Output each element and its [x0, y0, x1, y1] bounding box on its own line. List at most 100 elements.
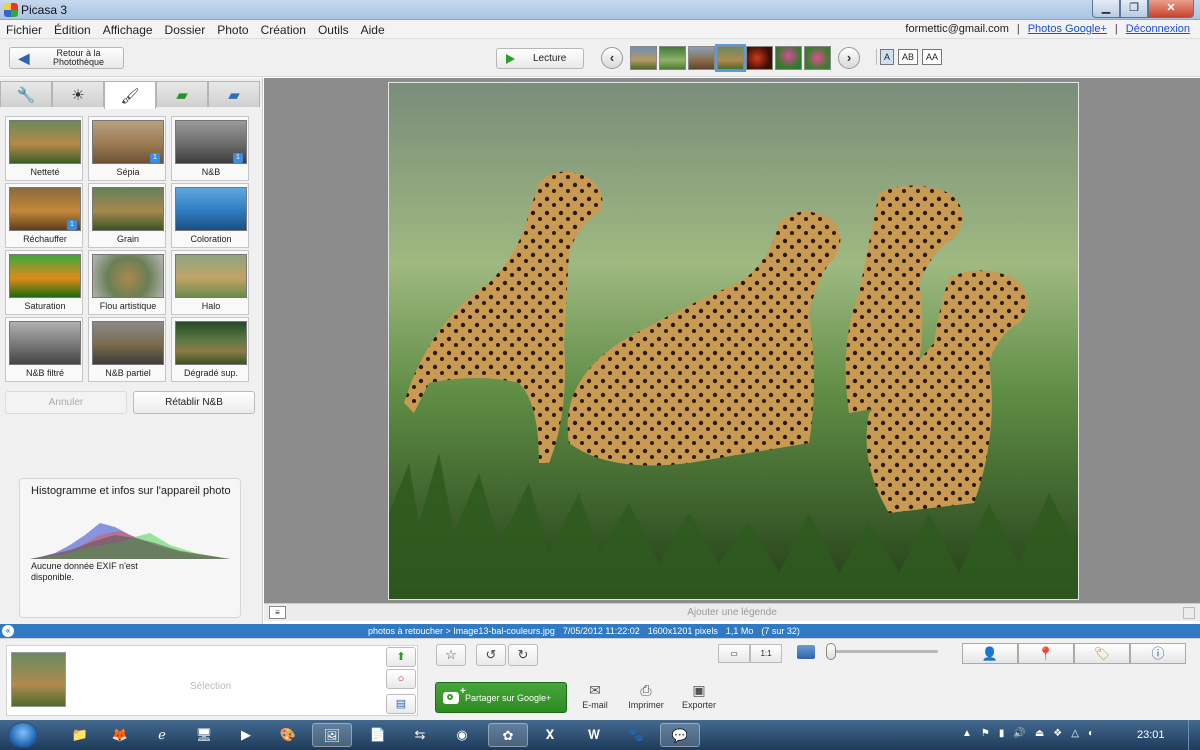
- effect-nb-filtre[interactable]: N&B filtré: [5, 317, 83, 382]
- tab-more-effects-green[interactable]: ▰: [156, 81, 208, 107]
- volume-icon[interactable]: 🔊: [1013, 728, 1025, 739]
- google-drive-icon[interactable]: △: [1071, 728, 1079, 739]
- window-controls: ▁ ❐ ✕: [1092, 0, 1194, 18]
- previous-photo-button[interactable]: ‹: [601, 47, 623, 69]
- word-icon[interactable]: 𝐖: [574, 723, 614, 747]
- star-button[interactable]: ☆: [436, 644, 466, 666]
- firefox-icon[interactable]: 🦊: [100, 723, 140, 747]
- wrench-icon: 🔧: [16, 86, 36, 104]
- excel-icon[interactable]: 𝐗: [530, 723, 570, 747]
- rotate-right-button[interactable]: ↻: [508, 644, 538, 666]
- back-to-library-button[interactable]: ◀ Retour à la Photothèque: [9, 47, 124, 69]
- menu-creation[interactable]: Création: [261, 23, 306, 37]
- strip-thumbnail[interactable]: [804, 46, 831, 70]
- menu-edition[interactable]: Édition: [54, 23, 91, 37]
- properties-button[interactable]: ⓘ: [1130, 643, 1186, 664]
- effect-saturation[interactable]: Saturation: [5, 250, 83, 315]
- next-photo-button[interactable]: ›: [838, 47, 860, 69]
- maximize-button[interactable]: ❐: [1120, 0, 1148, 18]
- share-google-plus-button[interactable]: + Partager sur Google+: [435, 682, 567, 713]
- photos-google-link[interactable]: Photos Google+: [1028, 23, 1107, 35]
- menu-dossier[interactable]: Dossier: [165, 23, 206, 37]
- effect-flou-artistique[interactable]: Flou artistique: [88, 250, 166, 315]
- strip-thumbnail[interactable]: [746, 46, 773, 70]
- add-to-album-button[interactable]: ▤: [386, 694, 416, 714]
- effect-sepia[interactable]: 1 Sépia: [88, 116, 166, 181]
- tags-button[interactable]: 🏷: [1074, 643, 1130, 664]
- effect-coloration[interactable]: Coloration: [171, 183, 249, 248]
- rotate-left-button[interactable]: ↺: [476, 644, 506, 666]
- effect-preview: [175, 321, 247, 365]
- show-hidden-icons-icon[interactable]: ▲: [962, 728, 972, 739]
- messenger-icon[interactable]: 💬: [660, 723, 700, 747]
- flag-icon[interactable]: ⚑: [981, 728, 990, 739]
- menu-fichier[interactable]: Fichier: [6, 23, 42, 37]
- tab-basic-fixes[interactable]: 🔧: [0, 81, 52, 107]
- histogram-graph: [30, 523, 230, 559]
- effect-halo[interactable]: Halo: [171, 250, 249, 315]
- internet-explorer-icon[interactable]: ℯ: [142, 723, 182, 747]
- tab-tuning[interactable]: ☀: [52, 81, 104, 107]
- strip-thumbnail[interactable]: [630, 46, 657, 70]
- redo-button[interactable]: Rétablir N&B: [133, 391, 255, 414]
- transfer-icon[interactable]: ⇆: [400, 723, 440, 747]
- effect-degrade-sup[interactable]: Dégradé sup.: [171, 317, 249, 382]
- caption-input[interactable]: Ajouter une légende: [264, 607, 1200, 618]
- effect-nettete[interactable]: Netteté: [5, 116, 83, 181]
- usb-icon[interactable]: ⏏: [1035, 728, 1044, 739]
- print-button[interactable]: ⎙ Imprimer: [625, 682, 667, 710]
- network-icon[interactable]: 🖥: [184, 723, 224, 747]
- menu-affichage[interactable]: Affichage: [103, 23, 153, 37]
- fit-to-window-button[interactable]: ▭: [718, 644, 750, 663]
- network-status-icon[interactable]: ◐: [1088, 728, 1094, 739]
- caption-options-icon[interactable]: [1183, 607, 1195, 619]
- explorer-icon[interactable]: 📁: [60, 723, 100, 747]
- effect-nb-partiel[interactable]: N&B partiel: [88, 317, 166, 382]
- strip-thumbnail-selected[interactable]: [715, 44, 746, 72]
- zoom-slider-track[interactable]: [826, 650, 938, 653]
- effect-rechauffer[interactable]: 1 Réchauffer: [5, 183, 83, 248]
- paint-icon[interactable]: 🎨: [268, 723, 308, 747]
- start-button[interactable]: [8, 722, 38, 748]
- histogram-panel: Histogramme et infos sur l'appareil phot…: [19, 478, 241, 618]
- effect-nb[interactable]: 1 N&B: [171, 116, 249, 181]
- signal-icon[interactable]: ▮: [999, 728, 1005, 739]
- picture-app-icon[interactable]: 🖼: [312, 723, 352, 747]
- actual-size-button[interactable]: 1:1: [750, 644, 782, 663]
- collapse-icon[interactable]: «: [2, 625, 14, 637]
- undo-button[interactable]: Annuler: [5, 391, 127, 414]
- taskbar-clock[interactable]: 23:01: [1137, 729, 1165, 741]
- export-button[interactable]: ▣ Exporter: [679, 682, 719, 710]
- selected-photo-thumbnail[interactable]: [11, 652, 66, 707]
- gimp-icon[interactable]: 🐾: [616, 723, 656, 747]
- close-button[interactable]: ✕: [1148, 0, 1194, 18]
- tab-effects[interactable]: 🖌: [104, 81, 156, 109]
- show-desktop-button[interactable]: [1188, 720, 1200, 750]
- email-button[interactable]: ✉ E-mail: [580, 682, 610, 710]
- logout-link[interactable]: Déconnexion: [1126, 23, 1190, 35]
- media-player-icon[interactable]: ▶: [226, 723, 266, 747]
- text-size-small-button[interactable]: A: [880, 49, 895, 65]
- strip-thumbnail[interactable]: [775, 46, 802, 70]
- strip-thumbnail[interactable]: [688, 46, 715, 70]
- clear-selection-button[interactable]: ○: [386, 669, 416, 689]
- strip-thumbnail[interactable]: [659, 46, 686, 70]
- menu-aide[interactable]: Aide: [361, 23, 385, 37]
- minimize-button[interactable]: ▁: [1092, 0, 1120, 18]
- text-size-large-button[interactable]: AA: [922, 49, 943, 65]
- menu-outils[interactable]: Outils: [318, 23, 349, 37]
- menu-photo[interactable]: Photo: [217, 23, 248, 37]
- effect-grain[interactable]: Grain: [88, 183, 166, 248]
- places-button[interactable]: 📍: [1018, 643, 1074, 664]
- hold-pin-button[interactable]: ⬆: [386, 647, 416, 667]
- slideshow-play-button[interactable]: Lecture: [496, 48, 584, 69]
- tab-more-effects-blue[interactable]: ▰: [208, 81, 260, 107]
- picasa-taskbar-icon[interactable]: ✿: [488, 723, 528, 747]
- dropbox-icon[interactable]: ❖: [1053, 728, 1062, 739]
- notepad-icon[interactable]: 📄: [358, 723, 398, 747]
- main-photo[interactable]: [388, 82, 1079, 600]
- people-button[interactable]: 👤: [962, 643, 1018, 664]
- chrome-icon[interactable]: ◉: [442, 723, 482, 747]
- zoom-slider-handle[interactable]: [826, 643, 836, 660]
- text-size-medium-button[interactable]: AB: [898, 49, 919, 65]
